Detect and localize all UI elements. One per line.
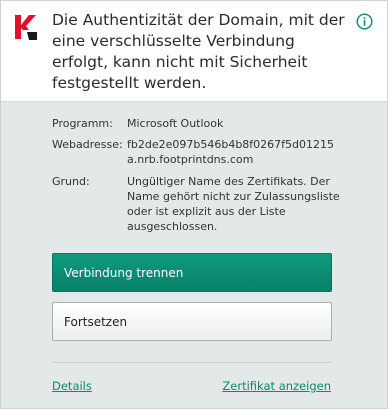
address-value: fb2de2e097b546b4b8f0267f5d01215a.nrb.foo… xyxy=(127,138,335,167)
details-link[interactable]: Details xyxy=(52,379,92,393)
reason-value: Ungültiger Name des Zertifikats. Der Nam… xyxy=(127,174,340,234)
warning-header: Die Authentizität der Domain, mit der ei… xyxy=(1,1,387,102)
address-label: Webadresse: xyxy=(52,138,123,152)
connection-details: Programm: Microsoft Outlook Webadresse: … xyxy=(52,116,342,240)
certificate-warning-window: Die Authentizität der Domain, mit der ei… xyxy=(0,0,388,409)
kaspersky-k-icon xyxy=(15,15,37,40)
reason-label: Grund: xyxy=(52,174,90,188)
warning-title: Die Authentizität der Domain, mit der ei… xyxy=(52,11,345,92)
program-label: Programm: xyxy=(52,117,113,130)
footer-divider xyxy=(52,362,332,363)
program-value: Microsoft Outlook xyxy=(127,117,224,130)
continue-button[interactable]: Fortsetzen xyxy=(52,302,332,341)
disconnect-button[interactable]: Verbindung trennen xyxy=(52,253,332,292)
view-certificate-link[interactable]: Zertifikat anzeigen xyxy=(222,379,331,393)
address-row: Webadresse: fb2de2e097b546b4b8f0267f5d01… xyxy=(52,137,342,167)
info-circle-icon[interactable] xyxy=(356,13,373,30)
reason-row: Grund: Ungültiger Name des Zertifikats. … xyxy=(52,174,342,235)
program-row: Programm: Microsoft Outlook xyxy=(52,116,342,131)
